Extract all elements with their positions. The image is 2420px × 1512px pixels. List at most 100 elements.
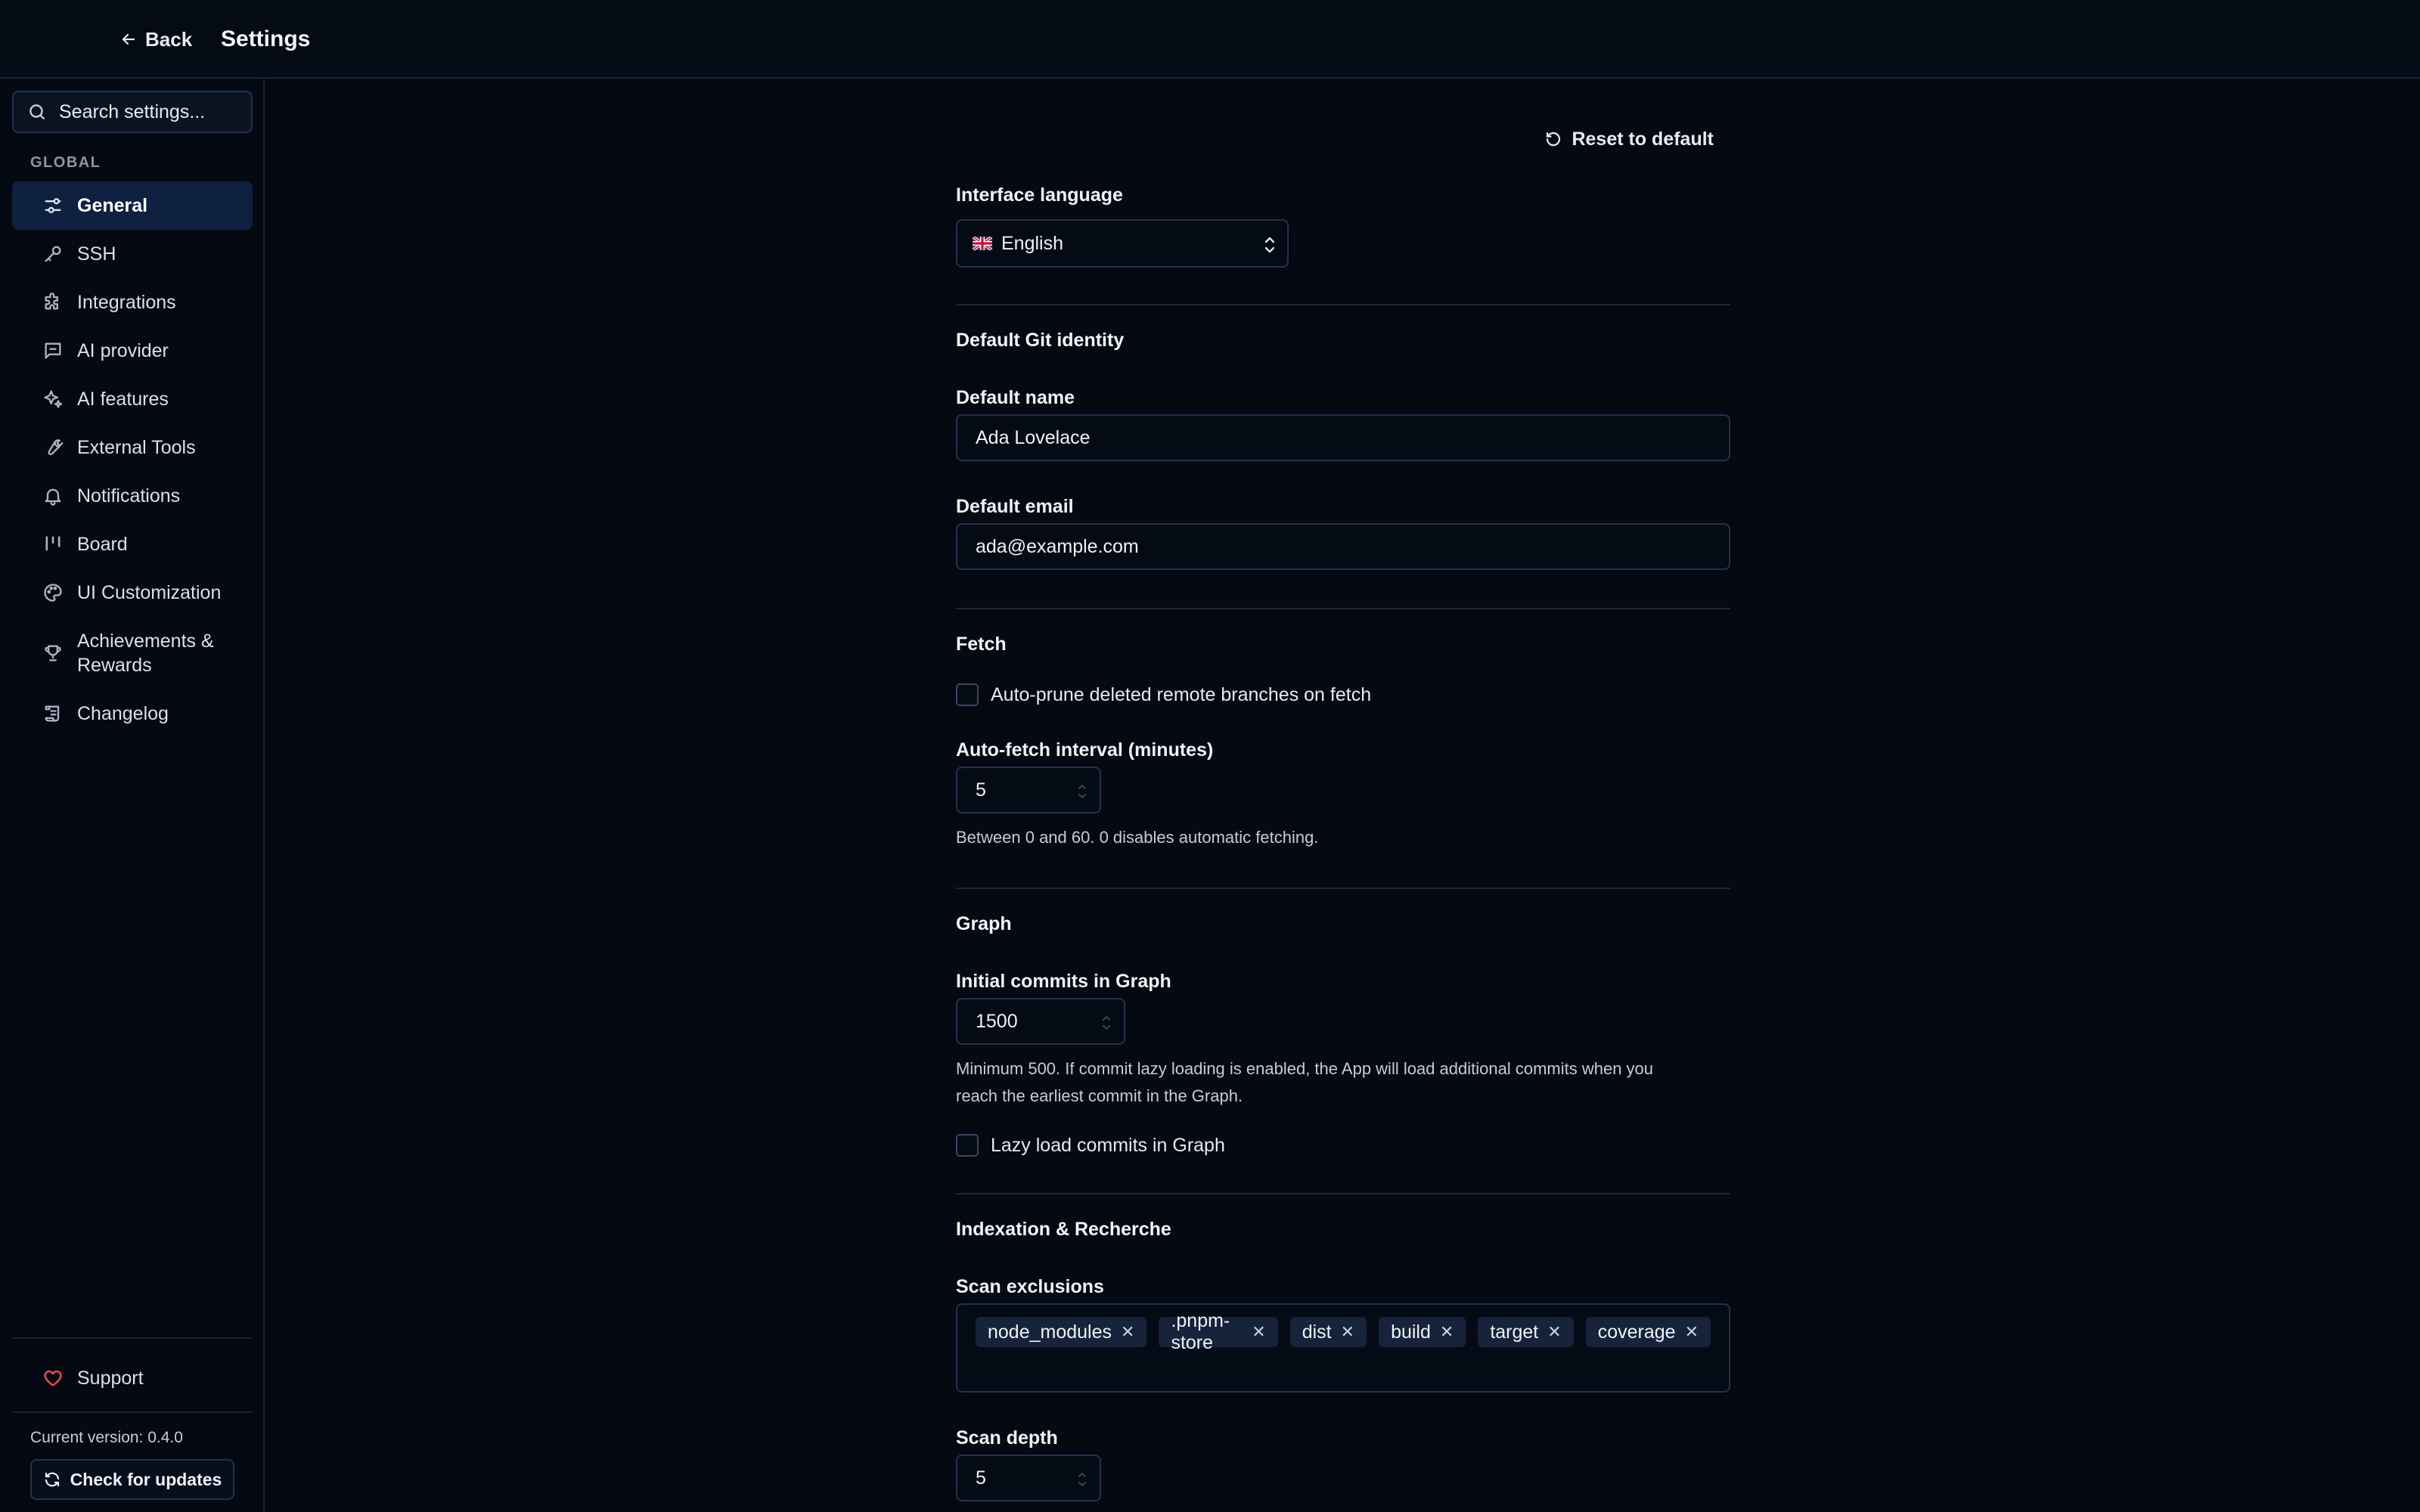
reset-label: Reset to default xyxy=(1571,128,1714,150)
interface-language-label: Interface language xyxy=(956,184,1123,206)
sidebar-item-label: External Tools xyxy=(77,437,196,458)
trophy-icon xyxy=(45,645,61,662)
sidebar-divider xyxy=(12,1337,253,1339)
auto-fetch-interval-help: Between 0 and 60. 0 disables automatic f… xyxy=(956,828,1319,847)
section-divider xyxy=(956,888,1730,889)
version-text: Current version: 0.4.0 xyxy=(30,1429,183,1446)
remove-tag-icon[interactable]: ✕ xyxy=(1547,1322,1561,1342)
sidebar-item-changelog[interactable]: Changelog xyxy=(12,689,253,738)
initial-commits-value: 1500 xyxy=(976,1010,1018,1032)
scan-exclusions-input[interactable]: node_modules ✕ .pnpm-store ✕ dist ✕ build ✕ … xyxy=(956,1303,1730,1393)
bell-icon xyxy=(45,488,61,506)
sidebar-item-ai-features[interactable]: AI features xyxy=(12,375,253,423)
back-button[interactable]: Back xyxy=(119,24,192,54)
exclusion-tag-label: target xyxy=(1490,1321,1539,1343)
sidebar-item-achievements[interactable]: Achievements & Rewards xyxy=(12,617,253,689)
remove-tag-icon[interactable]: ✕ xyxy=(1440,1322,1454,1342)
search-input[interactable] xyxy=(59,101,240,123)
sparkles-icon xyxy=(44,390,63,408)
arrow-left-icon xyxy=(122,33,135,45)
sidebar-item-label: Board xyxy=(77,534,128,555)
palette-icon xyxy=(44,584,62,602)
sidebar-item-notifications[interactable]: Notifications xyxy=(12,472,253,520)
sidebar-item-external-tools[interactable]: External Tools xyxy=(12,423,253,472)
initial-commits-label: Initial commits in Graph xyxy=(956,971,1171,992)
sidebar-item-general[interactable]: General xyxy=(12,181,253,230)
exclusion-tag: .pnpm-store ✕ xyxy=(1159,1310,1278,1353)
search-icon xyxy=(29,104,45,119)
sidebar-item-board[interactable]: Board xyxy=(12,520,253,569)
sidebar-item-label: SSH xyxy=(77,243,116,265)
remove-tag-icon[interactable]: ✕ xyxy=(1341,1322,1354,1342)
lazy-load-label: Lazy load commits in Graph xyxy=(991,1134,1225,1156)
exclusion-tag: build ✕ xyxy=(1379,1317,1466,1347)
sidebar-item-label: Integrations xyxy=(77,292,176,313)
exclusion-tag: target ✕ xyxy=(1478,1317,1574,1347)
sidebar-item-ui-customization[interactable]: UI Customization xyxy=(12,569,253,617)
lazy-load-checkbox-row[interactable]: Lazy load commits in Graph xyxy=(956,1132,1225,1158)
exclusion-tag-label: dist xyxy=(1302,1321,1332,1343)
sidebar-item-label: Achievements & Rewards xyxy=(77,631,214,676)
initial-commits-help: Minimum 500. If commit lazy loading is e… xyxy=(956,1055,1730,1110)
exclusion-tag-label: build xyxy=(1391,1321,1431,1343)
section-divider xyxy=(956,1193,1730,1194)
indexation-title: Indexation & Recherche xyxy=(956,1219,1171,1240)
lazy-load-checkbox[interactable] xyxy=(956,1134,979,1157)
section-divider xyxy=(956,304,1730,305)
remove-tag-icon[interactable]: ✕ xyxy=(1685,1322,1699,1342)
language-select[interactable]: English xyxy=(956,219,1289,268)
support-label: Support xyxy=(77,1367,144,1389)
spinner-arrows-icon xyxy=(1078,784,1086,799)
auto-fetch-interval-label: Auto-fetch interval (minutes) xyxy=(956,739,1214,761)
default-email-label: Default email xyxy=(956,496,1074,517)
auto-fetch-interval-input[interactable]: 5 xyxy=(956,767,1101,813)
exclusion-tag: dist ✕ xyxy=(1289,1317,1367,1347)
fetch-title: Fetch xyxy=(956,634,1007,655)
initial-commits-input[interactable]: 1500 xyxy=(956,998,1125,1045)
sidebar-item-ai-provider[interactable]: AI provider xyxy=(12,327,253,375)
check-updates-label: Check for updates xyxy=(70,1469,222,1489)
page-title: Settings xyxy=(221,26,311,51)
check-updates-button[interactable]: Check for updates xyxy=(30,1459,234,1500)
sidebar-item-label: AI provider xyxy=(77,340,169,361)
sliders-icon xyxy=(45,198,61,213)
sidebar-item-label: Changelog xyxy=(77,703,169,724)
initial-commits-help-line2: reach the earliest commit in the Graph. xyxy=(956,1086,1243,1105)
reset-to-default-button[interactable]: Reset to default xyxy=(1544,124,1714,154)
exclusion-tag: coverage ✕ xyxy=(1585,1317,1711,1347)
key-icon xyxy=(45,246,61,262)
exclusion-tag-label: coverage xyxy=(1597,1321,1676,1343)
sidebar-item-label: UI Customization xyxy=(77,582,222,603)
search-box[interactable] xyxy=(12,91,253,133)
remove-tag-icon[interactable]: ✕ xyxy=(1252,1322,1265,1342)
scan-depth-input[interactable]: 5 xyxy=(956,1455,1101,1501)
default-name-input[interactable] xyxy=(956,414,1730,461)
sidebar-item-label: AI features xyxy=(77,389,169,410)
settings-content: Reset to default Interface language Engl… xyxy=(956,79,1730,1512)
exclusion-tag: node_modules ✕ xyxy=(976,1317,1147,1347)
refresh-icon xyxy=(45,1472,59,1487)
section-divider xyxy=(956,608,1730,609)
sidebar-item-integrations[interactable]: Integrations xyxy=(12,278,253,327)
sidebar-nav: General SSH Integrations AI provider AI … xyxy=(12,181,253,738)
initial-commits-help-line1: Minimum 500. If commit lazy loading is e… xyxy=(956,1059,1654,1078)
spinner-arrows-icon xyxy=(1078,1472,1086,1487)
back-label: Back xyxy=(145,27,193,51)
sidebar: GLOBAL General SSH Integrations AI provi… xyxy=(0,79,265,1512)
kanban-icon xyxy=(45,536,60,551)
chevron-up-down-icon xyxy=(1264,237,1275,253)
auto-prune-checkbox-row[interactable]: Auto-prune deleted remote branches on fe… xyxy=(956,682,1371,708)
support-link[interactable]: Support xyxy=(12,1357,253,1399)
heart-icon xyxy=(44,1370,62,1387)
rotate-ccw-icon xyxy=(1547,132,1561,147)
sidebar-item-ssh[interactable]: SSH xyxy=(12,230,253,278)
default-email-input[interactable] xyxy=(956,523,1730,570)
graph-title: Graph xyxy=(956,913,1012,934)
remove-tag-icon[interactable]: ✕ xyxy=(1121,1322,1134,1342)
message-square-icon xyxy=(45,342,61,359)
auto-prune-checkbox[interactable] xyxy=(956,683,979,706)
group-label-global: GLOBAL xyxy=(30,154,101,171)
default-name-label: Default name xyxy=(956,387,1075,408)
scroll-icon xyxy=(45,705,60,722)
exclusion-tag-label: .pnpm-store xyxy=(1171,1310,1230,1353)
